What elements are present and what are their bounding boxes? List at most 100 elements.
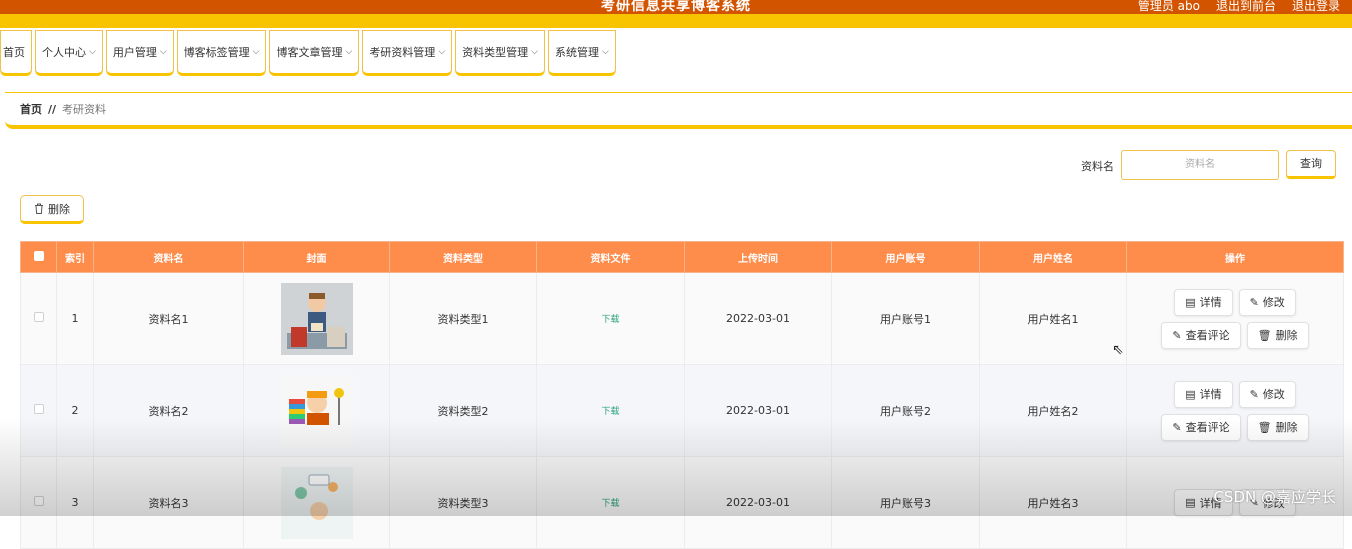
detail-label: 详情 [1199,296,1222,309]
breadcrumb-home[interactable]: 首页 [20,101,42,117]
search-input[interactable]: 资料名 [1121,150,1279,180]
nav-item-material-type-management[interactable]: 资料类型管理 ⌵ [455,30,545,76]
nav-item-user-management[interactable]: 用户管理 ⌵ [105,30,174,76]
upload-time: 2022-03-01 [684,456,832,549]
view-comments-button[interactable]: ✎ 查看评论 [1161,321,1241,349]
pencil-icon: ✎ [1249,295,1259,309]
material-name: 资料名2 [93,364,244,457]
exit-to-frontend-link[interactable]: 退出到前台 [1216,0,1276,14]
nav-label: 博客文章管理 [276,46,343,59]
search-button[interactable]: 查询 [1286,150,1336,179]
nav-label: 用户管理 [112,46,157,59]
main-nav: 首页 个人中心 ⌵ 用户管理 ⌵ 博客标签管理 ⌵ 博客文章管理 ⌵ 考研资料管理 ⌵ 资… [0,30,619,78]
edit-button[interactable]: ✎ 修改 [1238,288,1296,316]
row-actions: ▤ 详情 ✎ 修改 ✎ 查看评论 🗑 删除 [1127,288,1343,349]
edit-label: 修改 [1262,388,1285,401]
edit-label: 修改 [1262,296,1285,309]
pencil-icon: ✎ [1172,420,1182,434]
delete-button[interactable]: 🗑 删除 [1246,413,1309,441]
column-header: 封面 [243,241,390,273]
column-header: 操作 [1126,241,1344,273]
logout-link[interactable]: 退出登录 [1292,0,1340,14]
view-comments-label: 查看评论 [1185,421,1230,434]
download-link[interactable]: 下载 [601,407,619,417]
nav-item-blog-article-management[interactable]: 博客文章管理 ⌵ [269,30,360,76]
table-row: 3 资料名3 资料类型3 下载 2022-03-01 用户账号3 用户姓名3 ▤… [20,456,1344,549]
row-index: 3 [56,456,94,549]
breadcrumb: 首页 // 考研资料 [5,92,1352,129]
column-header: 上传时间 [684,241,832,273]
select-all-checkbox[interactable] [33,250,44,261]
trash-icon [35,203,43,214]
nav-item-home[interactable]: 首页 [0,30,32,76]
select-all-cell[interactable] [20,241,57,273]
detail-button[interactable]: ▤ 详情 [1174,380,1233,408]
trash-icon: 🗑 [1257,420,1272,434]
row-actions: ▤ 详情 ✎ 修改 ✎ 查看评论 🗑 删除 [1127,380,1343,441]
column-header: 资料文件 [536,241,685,273]
table-row: 2 资料名2 资料类型2 下载 2022-03-01 用户账号2 用户姓名2 ▤… [20,364,1344,457]
breadcrumb-separator: // [48,102,57,116]
cover-image-study [280,466,353,539]
nav-item-system-management[interactable]: 系统管理 ⌵ [547,30,616,76]
row-checkbox[interactable] [33,312,44,322]
nav-item-personal-center[interactable]: 个人中心 ⌵ [35,30,103,76]
column-header: 用户姓名 [979,241,1127,273]
admin-user-label: 管理员 abo [1137,0,1200,13]
batch-delete-button[interactable]: 删除 [20,195,84,224]
search-label: 资料名 [1081,160,1114,173]
material-type: 资料类型1 [389,272,537,365]
detail-label: 详情 [1199,388,1222,401]
chevron-down-icon: ⌵ [438,47,446,57]
download-link[interactable]: 下载 [601,499,619,509]
user-account: 用户账号3 [831,456,980,549]
pencil-icon: ✎ [1249,387,1259,401]
column-header: 资料类型 [389,241,537,273]
column-header: 用户账号 [831,241,980,273]
chevron-down-icon: ⌵ [531,47,538,57]
pencil-icon: ✎ [1172,328,1182,342]
user-name: 用户姓名1 [979,272,1127,365]
nav-label: 考研资料管理 [369,46,436,59]
nav-label: 资料类型管理 [462,46,529,59]
cover-cell [243,364,390,457]
row-index: 2 [56,364,94,457]
document-icon: ▤ [1185,387,1196,401]
table-row: 1 资料名1 资料类型1 下载 2022-03-01 用户账号1 用户姓名1 ▤… [20,272,1344,365]
row-checkbox[interactable] [33,404,44,414]
material-type: 资料类型3 [389,456,537,549]
upload-time: 2022-03-01 [684,272,832,365]
detail-button[interactable]: ▤ 详情 [1174,288,1233,316]
chevron-down-icon: ⌵ [89,47,96,57]
delete-label: 删除 [1275,329,1298,342]
delete-button[interactable]: 🗑 删除 [1246,321,1309,349]
view-comments-button[interactable]: ✎ 查看评论 [1161,413,1241,441]
chevron-down-icon: ⌵ [252,47,260,57]
accent-strip [0,14,1352,28]
row-checkbox[interactable] [33,496,44,506]
table-header-row: 索引 资料名 封面 资料类型 资料文件 上传时间 用户账号 用户姓名 操作 [20,241,1344,273]
mouse-cursor-icon: ⇖ [1112,342,1124,358]
header-user-area: 管理员 abo 退出到前台 退出登录 [1138,0,1340,14]
edit-button[interactable]: ✎ 修改 [1238,380,1296,408]
nav-item-blog-tag-management[interactable]: 博客标签管理 ⌵ [176,30,267,76]
materials-table: 索引 资料名 封面 资料类型 资料文件 上传时间 用户账号 用户姓名 操作 1 … [20,241,1344,549]
chevron-down-icon: ⌵ [159,47,167,57]
top-header-bar: 考研信息共享博客系统 管理员 abo 退出到前台 退出登录 [0,0,1352,14]
batch-delete-label: 删除 [48,202,70,216]
user-name: 用户姓名3 [979,456,1127,549]
user-account: 用户账号1 [831,272,980,365]
column-header: 索引 [56,241,94,273]
chevron-down-icon: ⌵ [601,47,609,57]
watermark: CSDN @嘉应学长 [1213,488,1336,506]
material-name: 资料名1 [93,272,244,365]
nav-label: 个人中心 [42,46,86,59]
user-name: 用户姓名2 [979,364,1127,457]
document-icon: ▤ [1185,496,1196,509]
column-header: 资料名 [93,241,244,273]
download-link[interactable]: 下载 [601,315,619,325]
material-name: 资料名3 [93,456,244,549]
delete-label: 删除 [1275,421,1298,434]
nav-item-exam-material-management[interactable]: 考研资料管理 ⌵ [362,30,453,76]
cover-cell [243,272,390,365]
